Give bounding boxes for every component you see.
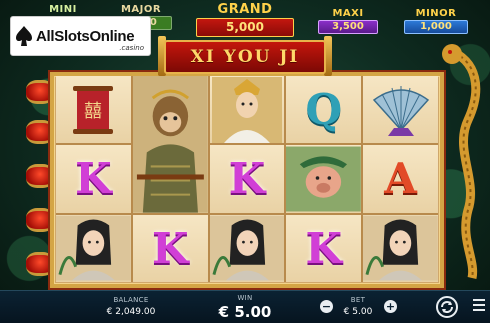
svg-text:囍: 囍: [84, 101, 102, 122]
letter-k: K: [228, 154, 266, 204]
letter-k: K: [305, 223, 343, 273]
jackpot-major-label: MAJOR: [120, 4, 162, 15]
young-woman-symbol: [363, 214, 438, 282]
jackpot-grand-label: GRAND: [217, 2, 273, 17]
win-value: € 5.00: [218, 303, 272, 321]
monkey-king-icon: [132, 76, 208, 213]
spin-refresh-icon: [441, 301, 453, 313]
jackpot-mini-label: MINI: [49, 4, 77, 15]
pigsy-symbol: [286, 145, 362, 213]
monk-symbol: [209, 76, 285, 144]
game-title-banner: XI YOU JI: [164, 40, 326, 74]
fan-icon: [372, 85, 429, 136]
logo-brand: AllSlotsOnline: [36, 27, 135, 45]
jackpot-maxi: MAXI 3,500: [318, 8, 378, 34]
balance-value: € 2,049.00: [106, 307, 156, 317]
jackpot-maxi-label: MAXI: [332, 8, 364, 19]
bet-label: BET: [350, 296, 366, 304]
site-logo: AllSlotsOnline .casino: [10, 16, 151, 56]
dragon-decoration: [442, 44, 481, 279]
balance-label: BALANCE: [113, 296, 149, 304]
young-woman-symbol: [56, 214, 131, 282]
letter-a: A: [384, 154, 417, 204]
jackpot-grand-value: 5,000: [196, 18, 294, 37]
bet-value: € 5.00: [343, 307, 373, 317]
logo-sub: .casino: [119, 44, 144, 52]
letter-q: Q: [305, 85, 343, 135]
jackpot-minor: MINOR 1,000: [404, 8, 468, 34]
letter-k: K: [75, 154, 112, 204]
jackpot-maxi-value: 3,500: [318, 20, 378, 34]
a-letter-symbol: A: [363, 145, 438, 213]
jackpot-grand: GRAND 5,000: [196, 2, 294, 37]
pigsy-icon: [286, 146, 362, 212]
spade-icon: [16, 26, 32, 46]
letter-k: K: [151, 223, 189, 273]
young-woman-icon: [363, 215, 438, 281]
q-letter-symbol: Q: [286, 76, 362, 144]
menu-button[interactable]: [473, 296, 485, 316]
game-title: XI YOU JI: [190, 47, 300, 67]
k-letter-symbol: K: [209, 145, 285, 213]
bet-decrease-button[interactable]: −: [320, 300, 333, 313]
k-letter-symbol: K: [132, 214, 208, 282]
k-letter-symbol: K: [286, 214, 362, 282]
jackpot-minor-value: 1,000: [404, 20, 468, 34]
jackpot-minor-label: MINOR: [415, 8, 457, 19]
monk-icon: [211, 76, 282, 143]
scroll-icon: 囍: [73, 85, 114, 134]
reel-grid[interactable]: 囍 Q K K A K K: [56, 76, 438, 282]
spin-button[interactable]: [436, 296, 458, 318]
young-woman-symbol: [209, 214, 285, 282]
fan-symbol: [363, 76, 438, 144]
menu-icon: [473, 299, 485, 301]
bet-increase-button[interactable]: +: [384, 300, 397, 313]
monkey-king-symbol: [132, 76, 208, 213]
young-woman-icon: [56, 215, 131, 281]
win-label: WIN: [237, 294, 253, 302]
bottom-control-bar: BALANCE € 2,049.00 WIN € 5.00 − BET € 5.…: [0, 290, 490, 323]
lantern-scroll-symbol: 囍: [56, 76, 131, 144]
k-letter-symbol: K: [56, 145, 131, 213]
young-woman-icon: [209, 215, 285, 281]
